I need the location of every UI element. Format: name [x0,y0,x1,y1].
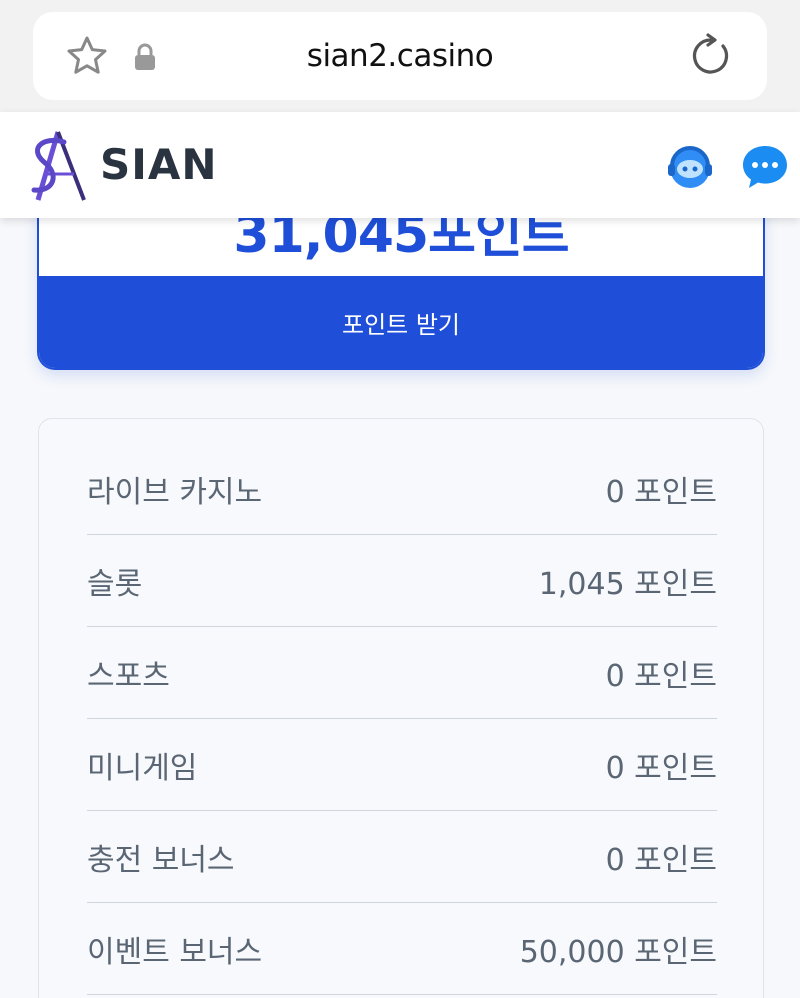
list-item: 충전 보너스 0 포인트 [87,811,717,903]
support-agent-icon[interactable] [664,140,716,192]
row-label: 라이브 카지노 [87,474,263,510]
list-item: 라이브 카지노 0 포인트 [87,443,717,535]
points-breakdown-list: 라이브 카지노 0 포인트 슬롯 1,045 포인트 스포츠 0 포인트 미니게… [38,418,764,998]
reload-icon[interactable] [689,32,733,80]
row-label: 충전 보너스 [87,842,235,878]
list-item: 이벤트 보너스 50,000 포인트 [87,903,717,995]
url-text[interactable]: sian2.casino [33,38,767,74]
row-value: 0 포인트 [605,750,717,786]
list-item: 스포츠 0 포인트 [87,627,717,719]
row-value: 0 포인트 [605,658,717,694]
row-value: 0 포인트 [605,474,717,510]
row-value: 50,000 포인트 [519,934,717,970]
site-header: SIAN [0,112,800,218]
logo-text[interactable]: SIAN [100,140,218,189]
address-bar[interactable]: sian2.casino [33,12,767,100]
list-item: 슬롯 1,045 포인트 [87,535,717,627]
row-value: 0 포인트 [605,842,717,878]
chat-bubble-icon[interactable] [740,142,790,192]
row-label: 슬롯 [87,566,143,602]
row-label: 스포츠 [87,658,170,694]
row-label: 이벤트 보너스 [87,934,263,970]
claim-points-button[interactable]: 포인트 받기 [39,276,763,368]
sian-logo-icon[interactable] [24,128,94,204]
browser-toolbar: sian2.casino [0,0,800,112]
list-item: 미니게임 0 포인트 [87,719,717,811]
row-label: 미니게임 [87,750,198,786]
row-value: 1,045 포인트 [538,566,717,602]
